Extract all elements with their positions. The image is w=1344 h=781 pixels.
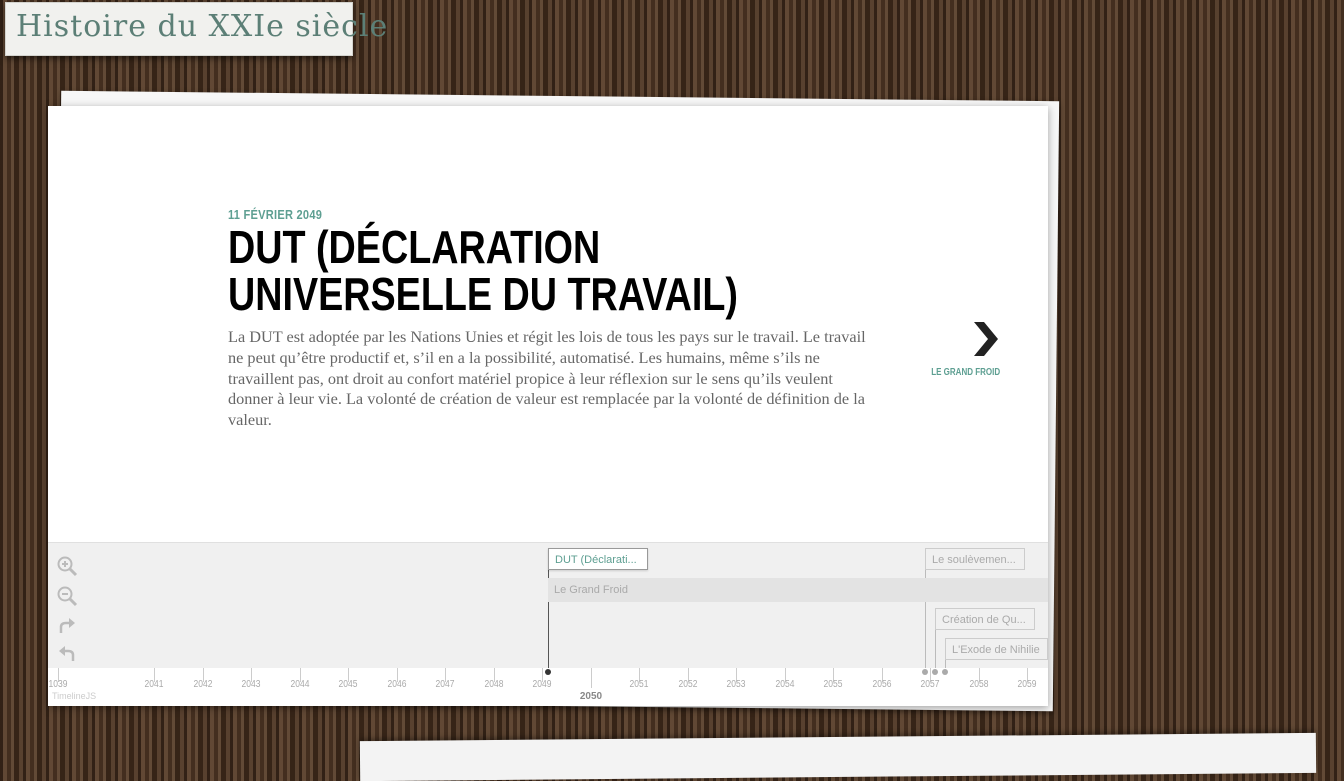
axis-tick-label: 2041 [144, 679, 164, 690]
era-band[interactable]: Le Grand Froid [548, 578, 1048, 602]
zoom-in-icon[interactable] [56, 555, 78, 577]
redo-icon[interactable] [56, 615, 78, 637]
axis-tick-label: 1039 [48, 679, 68, 690]
marker-line [925, 553, 926, 673]
marker-flag[interactable]: L'Exode de Nihilie [945, 638, 1048, 660]
slide: 11 FÉVRIER 2049 DUT (Déclaration univers… [48, 106, 1048, 542]
slide-date: 11 FÉVRIER 2049 [228, 207, 323, 222]
marker-flag[interactable]: Création de Qu... [935, 608, 1035, 630]
next-slide-label: LE GRAND FROID [931, 367, 1000, 378]
timelinejs-credit[interactable]: TimelineJS [52, 691, 96, 701]
axis-tick-label: 2054 [775, 679, 795, 690]
axis-tick-label: 2051 [629, 679, 649, 690]
timeline-frame: 11 FÉVRIER 2049 DUT (Déclaration univers… [48, 106, 1048, 706]
event-dot[interactable] [932, 669, 938, 675]
axis-tick-label: 2059 [1017, 679, 1037, 690]
axis-tick-label: 2049 [532, 679, 552, 690]
axis-tick-label: 2042 [193, 679, 213, 690]
next-slide-button[interactable]: LE GRAND FROID [928, 320, 1008, 380]
timeline-nav[interactable]: Le Grand Froid DUT (Déclarati... Le soul… [48, 542, 1048, 706]
axis-major-tick [591, 668, 592, 688]
axis-tick-label: 2058 [969, 679, 989, 690]
axis-tick-label: 2044 [290, 679, 310, 690]
marker-flag[interactable]: Le soulèvemen... [925, 548, 1025, 570]
undo-icon[interactable] [56, 643, 78, 665]
active-marker-line [548, 553, 549, 673]
slide-text: La DUT est adoptée par les Nations Unies… [228, 327, 866, 430]
axis-tick-label: 2046 [387, 679, 407, 690]
axis-tick-label: 2048 [484, 679, 504, 690]
event-dot[interactable] [545, 669, 551, 675]
event-dot[interactable] [922, 669, 928, 675]
axis-tick-label: 2043 [241, 679, 261, 690]
marker-flag-active[interactable]: DUT (Déclarati... [548, 548, 648, 570]
axis-major-label: 2050 [579, 691, 603, 702]
axis-tick-label: 2053 [726, 679, 746, 690]
axis-tick-label: 2052 [678, 679, 698, 690]
axis-tick-label: 2055 [823, 679, 843, 690]
slide-headline: DUT (Déclaration universelle du travail) [228, 221, 738, 320]
axis-tick-label: 2057 [920, 679, 940, 690]
event-dot[interactable] [942, 669, 948, 675]
axis-tick-label: 2047 [435, 679, 455, 690]
axis-tick-label: 2045 [338, 679, 358, 690]
zoom-out-icon[interactable] [56, 585, 78, 607]
axis-tick-label: 2056 [872, 679, 892, 690]
site-title[interactable]: Histoire du XXIe siècle [5, 2, 387, 56]
chevron-right-icon [974, 322, 998, 356]
paper-shadow-bottom [359, 732, 1317, 781]
